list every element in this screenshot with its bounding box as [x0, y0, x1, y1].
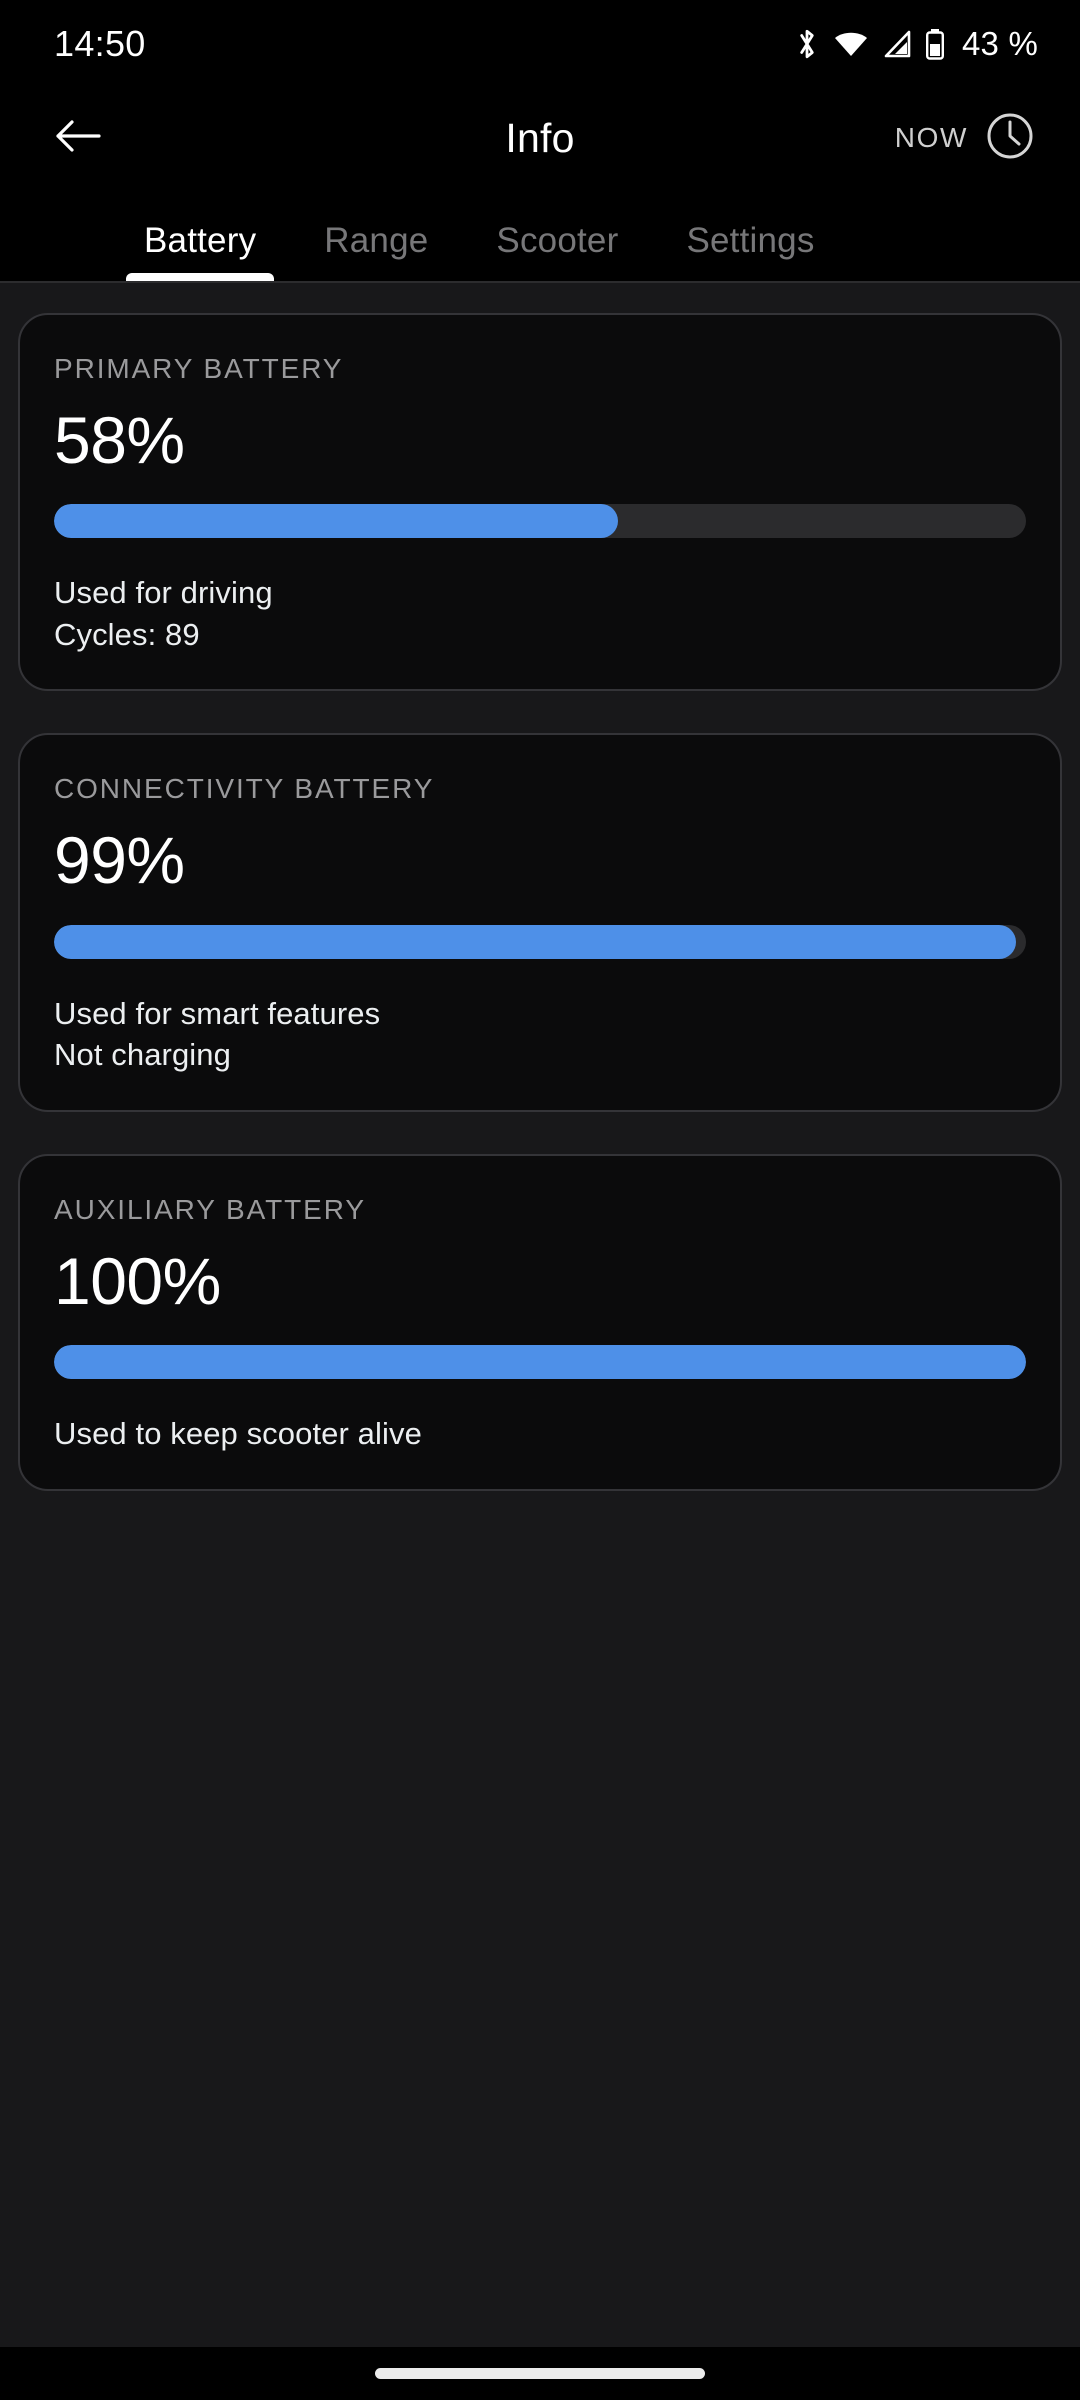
bluetooth-icon: [794, 27, 820, 61]
primary-battery-progress-track: [54, 504, 1026, 539]
cellular-signal-icon: [882, 30, 912, 58]
auxiliary-battery-progress-fill: [54, 1345, 1026, 1380]
tab-settings-label: Settings: [686, 221, 815, 260]
connectivity-battery-label: CONNECTIVITY BATTERY: [54, 773, 435, 805]
tab-active-indicator: [126, 273, 275, 281]
connectivity-battery-usage: Used for smart features: [54, 995, 381, 1031]
connectivity-battery-charging-status: Not charging: [54, 1037, 231, 1073]
wifi-icon: [833, 30, 869, 58]
auxiliary-battery-progress-track: [54, 1345, 1026, 1380]
connectivity-battery-progress-fill: [54, 924, 1017, 959]
tab-scooter-label: Scooter: [496, 221, 619, 260]
system-navigation-bar: [0, 2347, 1080, 2400]
primary-battery-percent: 58%: [54, 403, 185, 477]
primary-battery-label: PRIMARY BATTERY: [54, 353, 344, 384]
tab-battery[interactable]: Battery: [110, 221, 290, 281]
connectivity-battery-progress-track: [54, 924, 1026, 959]
tab-range[interactable]: Range: [290, 221, 462, 281]
now-button[interactable]: NOW: [895, 110, 1044, 167]
back-button[interactable]: [36, 96, 120, 180]
status-bar-clock: 14:50: [54, 23, 146, 64]
status-bar-icons: 43 %: [794, 25, 1038, 63]
battery-list: PRIMARY BATTERY 58% Used for driving Cyc…: [0, 283, 1080, 2347]
tab-settings[interactable]: Settings: [652, 221, 848, 281]
battery-icon: [925, 28, 945, 60]
auxiliary-battery-percent: 100%: [54, 1243, 221, 1318]
auxiliary-battery-usage: Used to keep scooter alive: [54, 1416, 422, 1452]
tab-bar: Battery Range Scooter Settings: [0, 188, 1080, 283]
connectivity-battery-card[interactable]: CONNECTIVITY BATTERY 99% Used for smart …: [18, 733, 1062, 1112]
auxiliary-battery-label: AUXILIARY BATTERY: [54, 1193, 366, 1225]
tab-range-label: Range: [324, 221, 429, 260]
now-label: NOW: [894, 122, 968, 153]
tab-battery-label: Battery: [144, 221, 257, 260]
tab-scooter[interactable]: Scooter: [462, 221, 652, 281]
primary-battery-usage: Used for driving: [54, 575, 273, 611]
status-bar: 14:50 43 %: [0, 0, 1080, 88]
primary-battery-cycles: Cycles: 89: [54, 616, 200, 652]
back-arrow-icon: [55, 116, 101, 161]
clock-icon: [984, 110, 1036, 167]
primary-battery-progress-fill: [54, 504, 618, 539]
app-bar: Info NOW: [0, 88, 1080, 188]
phone-screen: 14:50 43 % Info NOW Battery Range Scoote…: [0, 0, 1080, 2400]
status-bar-battery-percent: 43 %: [961, 25, 1038, 62]
auxiliary-battery-card[interactable]: AUXILIARY BATTERY 100% Used to keep scoo…: [18, 1153, 1062, 1491]
connectivity-battery-percent: 99%: [54, 823, 185, 898]
gesture-home-pill[interactable]: [375, 2368, 705, 2379]
primary-battery-card[interactable]: PRIMARY BATTERY 58% Used for driving Cyc…: [18, 313, 1062, 692]
